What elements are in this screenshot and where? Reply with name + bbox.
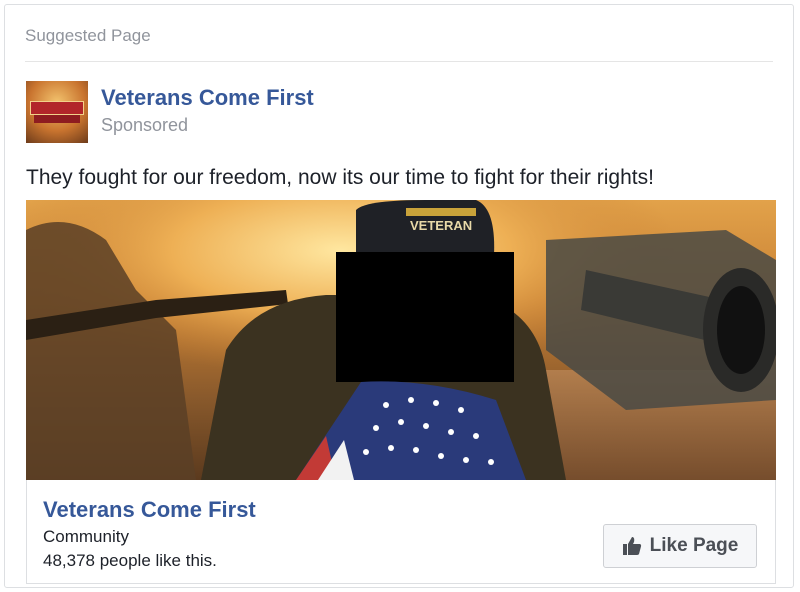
like-page-button[interactable]: Like Page [603,524,757,568]
page-likes-count: 48,378 people like this. [43,551,217,570]
footer-page-name-link[interactable]: Veterans Come First [43,497,256,523]
sponsored-label[interactable]: Sponsored [101,114,188,136]
thumbs-up-icon [622,536,642,556]
avatar-banner-shape [30,101,84,115]
post-text: They fought for our freedom, now its our… [26,166,654,189]
suggested-page-label: Suggested Page [25,26,151,45]
ad-image[interactable]: VETERAN [26,200,776,480]
cap-text: VETERAN [410,218,472,233]
page-avatar[interactable] [26,81,88,143]
avatar-ribbon-shape [34,115,80,123]
ad-footer: Veterans Come First Community 48,378 peo… [26,480,776,584]
ad-image-illustration: VETERAN [26,200,776,480]
suggested-page-card: Suggested Page Veterans Come First Spons… [4,4,794,588]
header-divider [25,61,773,62]
page-category: Community [43,527,129,546]
like-page-label: Like Page [649,535,739,556]
page-name-link[interactable]: Veterans Come First [101,85,314,111]
